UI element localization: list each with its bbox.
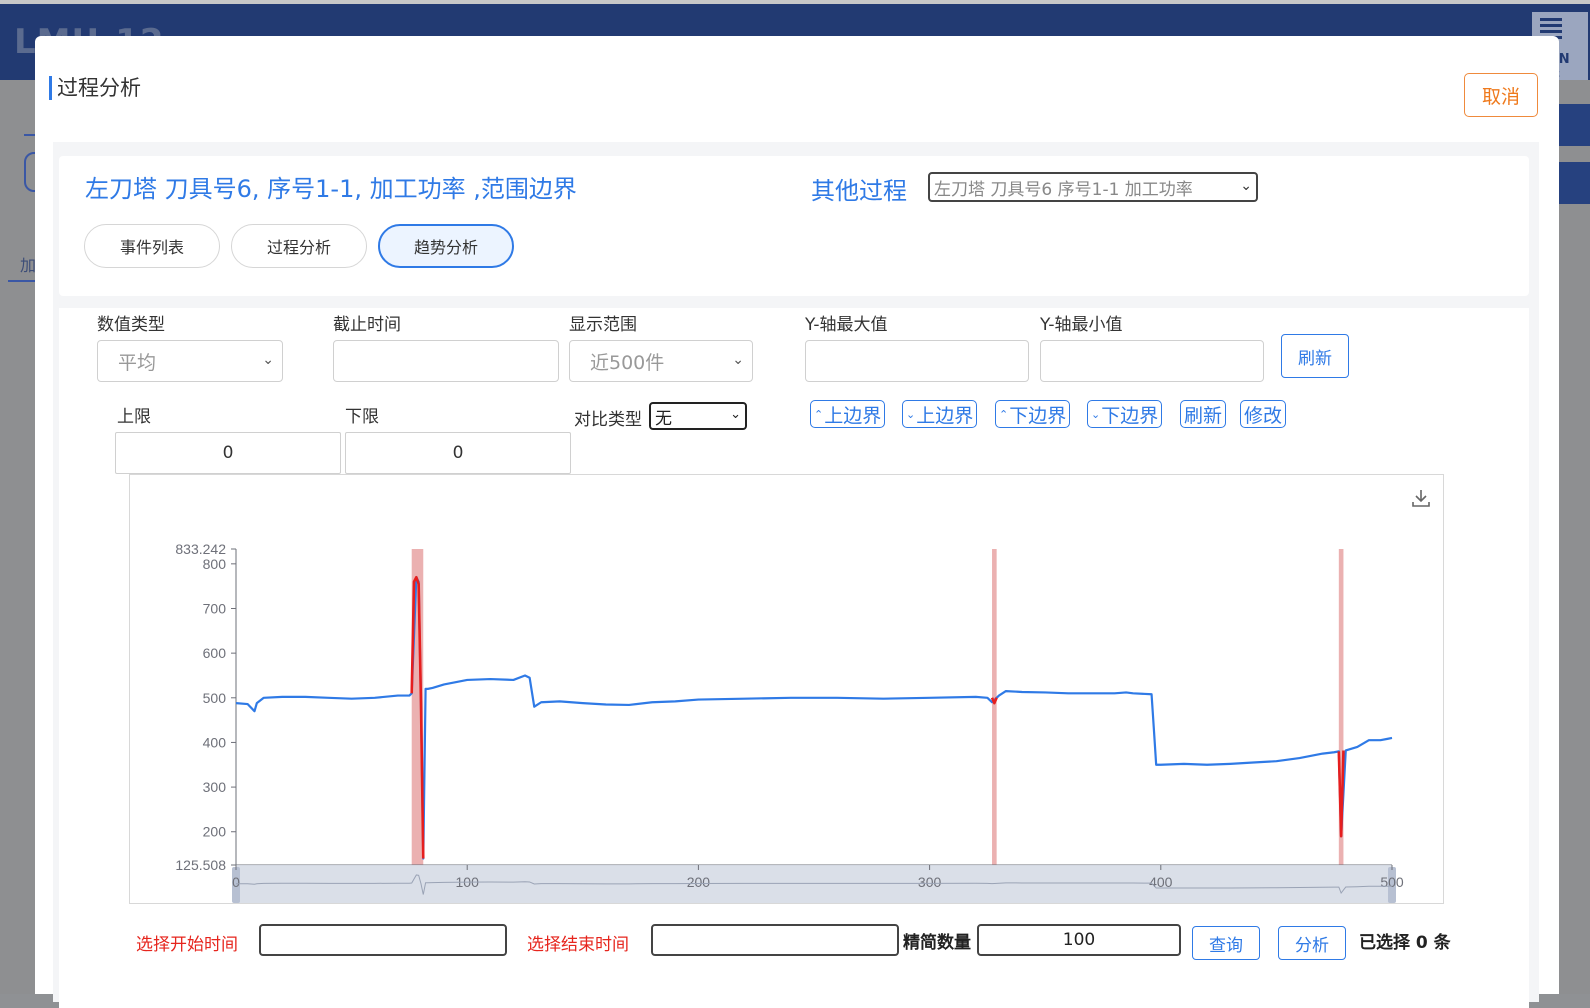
refresh-button[interactable]: 刷新 <box>1281 334 1349 378</box>
button-label: 下边界 <box>1009 404 1067 427</box>
end-time-input[interactable] <box>333 340 559 382</box>
tab-event-list[interactable]: 事件列表 <box>84 224 220 268</box>
end-time-label: 截止时间 <box>333 315 401 335</box>
chevron-up-icon: ⌃ <box>999 407 1009 421</box>
selected-count-text: 已选择 0 条 <box>1359 933 1451 953</box>
y-tick-label: 700 <box>203 600 227 616</box>
simplify-count-input[interactable]: 100 <box>977 924 1181 956</box>
y-max-input[interactable] <box>805 340 1029 382</box>
compare-type-select[interactable]: 无 ⌄ <box>649 402 747 430</box>
y-tick-label: 200 <box>203 824 227 840</box>
other-process-value: 左刀塔 刀具号6 序号1-1 加工功率 <box>934 179 1193 200</box>
x-tick-label: 200 <box>687 874 711 890</box>
other-process-select[interactable]: 左刀塔 刀具号6 序号1-1 加工功率 ⌄ <box>928 172 1258 202</box>
upper-boundary-up-button[interactable]: ⌃ 上边界 <box>810 400 886 428</box>
end-time-select-label: 选择结束时间 <box>527 935 629 955</box>
query-button[interactable]: 查询 <box>1192 926 1260 960</box>
chevron-up-icon: ⌃ <box>814 407 824 421</box>
boundary-refresh-button[interactable]: 刷新 <box>1180 400 1227 428</box>
y-min-input[interactable] <box>1040 340 1264 382</box>
chevron-down-icon: ⌄ <box>1091 407 1101 421</box>
display-range-value: 近500件 <box>590 351 665 374</box>
process-title: 左刀塔 刀具号6, 序号1-1, 加工功率 ,范围边界 <box>85 175 577 203</box>
trend-chart-plot[interactable]: 833.242800700600500400300200125.5080 100 2… <box>130 475 1443 905</box>
zoom-slider <box>236 865 1392 905</box>
y-tick-label: 833.242 <box>175 541 226 557</box>
chevron-down-icon: ⌄ <box>730 407 741 422</box>
y-min-label: Y-轴最小值 <box>1040 315 1123 335</box>
start-time-input[interactable] <box>259 924 507 956</box>
x-tick-label: 0 <box>232 874 240 890</box>
upper-boundary-down-button[interactable]: ⌄ 上边界 <box>902 400 978 428</box>
lower-boundary-up-button[interactable]: ⌃ 下边界 <box>995 400 1071 428</box>
boundary-modify-button[interactable]: 修改 <box>1240 400 1287 428</box>
y-max-label: Y-轴最大值 <box>805 315 888 335</box>
lower-limit-input[interactable]: 0 <box>345 432 571 474</box>
start-time-label: 选择开始时间 <box>136 935 238 955</box>
end-time-select-input[interactable] <box>651 924 899 956</box>
series-line <box>235 576 1393 860</box>
background-tab: 加 <box>20 256 37 275</box>
download-icon[interactable] <box>1410 487 1432 509</box>
lower-limit-label: 下限 <box>345 407 379 427</box>
upper-limit-input[interactable]: 0 <box>115 432 341 474</box>
button-label: 上边界 <box>824 404 882 427</box>
button-label: 上边界 <box>916 404 974 427</box>
alarm-band <box>992 549 997 865</box>
compare-type-value: 无 <box>655 408 672 429</box>
display-range-label: 显示范围 <box>569 315 637 335</box>
value-type-label: 数值类型 <box>97 315 165 335</box>
tab-process-analysis[interactable]: 过程分析 <box>231 224 367 268</box>
cancel-button[interactable]: 取消 <box>1464 73 1538 117</box>
other-process-label: 其他过程 <box>811 177 907 205</box>
display-range-select[interactable]: 近500件 ⌄ <box>569 340 753 382</box>
y-tick-label: 800 <box>203 556 227 572</box>
tab-trend-analysis[interactable]: 趋势分析 <box>378 224 514 268</box>
chevron-down-icon: ⌄ <box>906 407 916 421</box>
compare-type-label: 对比类型 <box>574 410 642 430</box>
trend-chart: 833.242 800 700 600 500 400 300 200 125.508 0 100 2… <box>129 474 1444 905</box>
chevron-down-icon: ⌄ <box>732 352 744 368</box>
process-analysis-modal: 过程分析 取消 左刀塔 刀具号6, 序号1-1, 加工功率 ,范围边界 其他过程… <box>35 36 1559 1008</box>
simplify-count-label: 精简数量 <box>903 933 971 953</box>
chevron-down-icon: ⌄ <box>1240 178 1252 194</box>
lower-boundary-down-button[interactable]: ⌄ 下边界 <box>1087 400 1163 428</box>
y-tick-label: 600 <box>203 645 227 661</box>
button-label: 下边界 <box>1101 404 1159 427</box>
y-tick-label: 500 <box>203 690 227 706</box>
value-type-value: 平均 <box>118 351 157 374</box>
chevron-down-icon: ⌄ <box>262 352 274 368</box>
modal-title: 过程分析 <box>49 76 141 100</box>
analyze-button[interactable]: 分析 <box>1278 926 1346 960</box>
y-tick-label: 300 <box>203 779 227 795</box>
y-tick-label: 125.508 <box>175 857 226 873</box>
y-tick-label: 400 <box>203 734 227 750</box>
x-tick-label: 300 <box>918 874 942 890</box>
background-tab-underline <box>8 280 38 282</box>
value-type-select[interactable]: 平均 ⌄ <box>97 340 283 382</box>
upper-limit-label: 上限 <box>117 407 151 427</box>
x-tick-label: 500 <box>1380 874 1404 890</box>
